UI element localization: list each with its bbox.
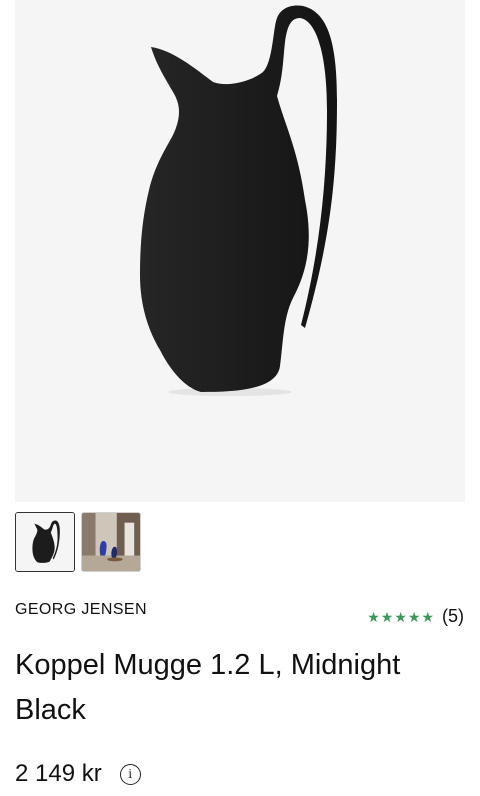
product-main-image[interactable] <box>15 0 465 502</box>
interior-scene-thumbnail-image <box>82 513 140 571</box>
product-title: Koppel Mugge 1.2 L, Midnight Black <box>15 649 401 726</box>
thumbnail-pitcher[interactable] <box>15 512 75 572</box>
rating-count: (5) <box>442 606 464 626</box>
thumbnail-strip <box>15 512 141 572</box>
star-icon: ★ <box>407 608 421 625</box>
pitcher-image <box>140 5 337 396</box>
star-icon: ★ <box>367 608 380 625</box>
product-price: 2 149 kr <box>15 760 102 787</box>
price-row: 2 149 kr i <box>15 760 141 788</box>
thumbnail-interior-scene[interactable] <box>81 512 141 572</box>
rating-stars: ★ ★ ★ ★ ★ <box>367 610 434 624</box>
info-icon[interactable]: i <box>119 763 141 785</box>
pitcher-thumbnail-image <box>16 513 74 571</box>
brand-name[interactable]: GEORG JENSEN <box>15 601 147 619</box>
star-icon: ★ <box>394 608 407 625</box>
star-icon: ★ <box>380 608 394 625</box>
product-rating[interactable]: ★ ★ ★ ★ ★ (5) <box>367 606 464 627</box>
star-icon: ★ <box>421 608 434 625</box>
